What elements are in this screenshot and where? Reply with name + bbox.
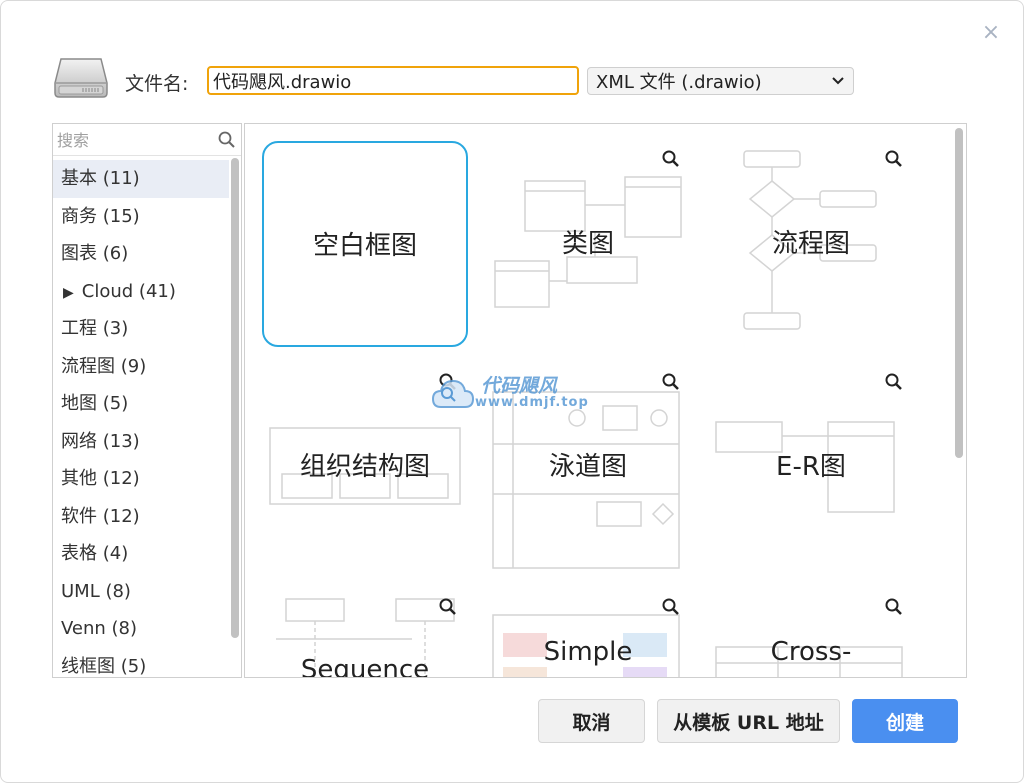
new-diagram-dialog: × 文件名: XML 文件 (.drawio) 基本	[0, 0, 1024, 783]
search-input[interactable]	[57, 128, 207, 152]
zoom-preview-icon[interactable]	[438, 372, 458, 392]
template-cross-functional[interactable]: Cross-	[708, 587, 914, 677]
hard-drive-icon	[54, 58, 108, 98]
chevron-down-icon	[832, 77, 844, 85]
template-org-chart[interactable]: 组织结构图	[262, 364, 468, 570]
template-flowchart[interactable]: 流程图	[708, 141, 914, 347]
template-er-diagram[interactable]: E-R图	[708, 364, 914, 570]
template-scrollbar[interactable]	[955, 128, 963, 458]
category-item-flowchart[interactable]: 流程图 (9)	[53, 348, 229, 386]
category-list: 基本 (11) 商务 (15) 图表 (6) ▶ Cloud (41) 工程 (3…	[53, 160, 229, 678]
template-label: E-R图	[776, 452, 846, 482]
sidebar-scrollbar[interactable]	[231, 158, 239, 638]
category-item-cloud[interactable]: ▶ Cloud (41)	[53, 273, 229, 311]
zoom-preview-icon[interactable]	[884, 597, 904, 617]
template-label: 流程图	[771, 229, 850, 259]
zoom-preview-icon[interactable]	[884, 372, 904, 392]
zoom-preview-icon[interactable]	[661, 149, 681, 169]
search-box	[53, 124, 241, 156]
category-item-cloud-label: Cloud (41)	[81, 280, 176, 302]
category-sidebar: 基本 (11) 商务 (15) 图表 (6) ▶ Cloud (41) 工程 (3…	[52, 123, 242, 678]
cancel-button[interactable]: 取消	[538, 699, 645, 743]
file-format-value: XML 文件 (.drawio)	[596, 72, 762, 93]
category-item-basic[interactable]: 基本 (11)	[53, 160, 229, 198]
template-label: Simple	[543, 637, 633, 667]
filename-input[interactable]	[207, 66, 579, 95]
close-button[interactable]: ×	[979, 21, 1003, 45]
zoom-preview-icon[interactable]	[661, 597, 681, 617]
file-format-select[interactable]: XML 文件 (.drawio)	[587, 67, 854, 95]
template-label: 类图	[561, 229, 614, 259]
category-item-engineering[interactable]: 工程 (3)	[53, 310, 229, 348]
template-label: 泳道图	[548, 452, 627, 482]
search-icon[interactable]	[217, 130, 237, 150]
template-class-diagram[interactable]: 类图	[485, 141, 691, 347]
category-item-other[interactable]: 其他 (12)	[53, 460, 229, 498]
template-label: Cross-	[770, 637, 852, 667]
template-blank[interactable]: 空白框图	[262, 141, 468, 347]
template-label: 空白框图	[312, 231, 417, 261]
category-item-uml[interactable]: UML (8)	[53, 573, 229, 611]
category-item-venn[interactable]: Venn (8)	[53, 610, 229, 648]
create-button[interactable]: 创建	[852, 699, 958, 743]
category-item-network[interactable]: 网络 (13)	[53, 423, 229, 461]
expand-triangle-icon[interactable]: ▶	[63, 285, 74, 301]
zoom-preview-icon[interactable]	[884, 149, 904, 169]
category-item-business[interactable]: 商务 (15)	[53, 198, 229, 236]
template-grid: 空白框图 类图 流程图 组织结构图 泳道图 E-R图 Sequence Simp…	[244, 123, 967, 678]
category-item-software[interactable]: 软件 (12)	[53, 498, 229, 536]
zoom-preview-icon[interactable]	[438, 597, 458, 617]
template-sequence[interactable]: Sequence	[262, 587, 468, 678]
template-swimlane[interactable]: 泳道图	[485, 364, 691, 570]
from-template-url-button[interactable]: 从模板 URL 地址	[657, 699, 840, 743]
category-item-wireframes[interactable]: 线框图 (5)	[53, 648, 229, 678]
zoom-preview-icon[interactable]	[661, 372, 681, 392]
category-item-tables[interactable]: 表格 (4)	[53, 535, 229, 573]
category-item-maps[interactable]: 地图 (5)	[53, 385, 229, 423]
template-label: 组织结构图	[299, 452, 430, 482]
category-item-charts[interactable]: 图表 (6)	[53, 235, 229, 273]
template-label: Sequence	[300, 655, 430, 678]
template-simple[interactable]: Simple	[485, 587, 691, 677]
filename-label: 文件名:	[125, 73, 189, 95]
